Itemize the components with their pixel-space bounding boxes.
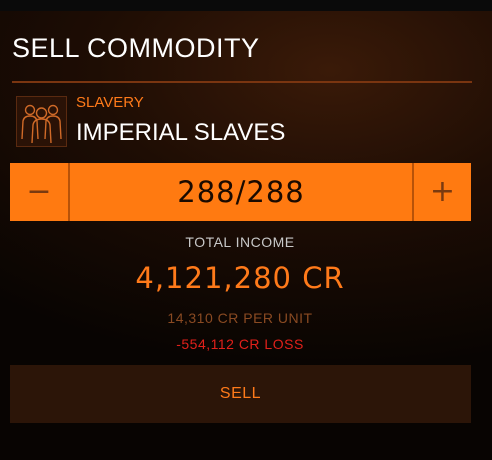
title-divider	[12, 81, 472, 83]
loss-amount: -554,112 CR LOSS	[176, 336, 304, 352]
total-income-label: TOTAL INCOME	[185, 234, 295, 250]
price-per-unit: 14,310 CR PER UNIT	[167, 310, 313, 326]
sell-button[interactable]: SELL	[10, 365, 471, 423]
quantity-value[interactable]: 288/288	[70, 163, 412, 221]
quantity-stepper[interactable]: − 288/288 +	[10, 163, 471, 221]
decrease-quantity-button[interactable]: −	[10, 163, 70, 221]
panel-title: SELL COMMODITY	[12, 33, 260, 63]
top-border	[0, 0, 492, 11]
commodity-category: SLAVERY	[76, 94, 144, 111]
total-income-value: 4,121,280 CR	[135, 261, 345, 295]
increase-quantity-button[interactable]: +	[412, 163, 471, 221]
sell-commodity-panel: SELL COMMODITY SLAVERY IMPERIAL SLAVES −…	[0, 0, 492, 460]
people-silhouette-icon	[16, 96, 67, 147]
commodity-name: IMPERIAL SLAVES	[76, 119, 286, 146]
